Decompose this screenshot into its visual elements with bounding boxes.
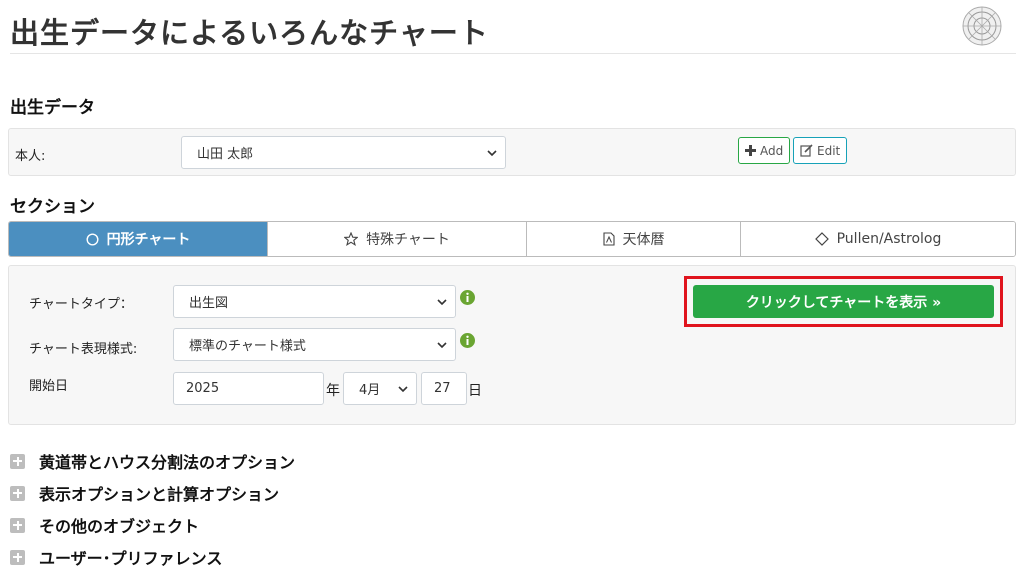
add-button-label: Add — [760, 143, 784, 158]
tab-special-chart[interactable]: 特殊チャート — [268, 222, 527, 256]
start-date-label: 開始日 — [29, 379, 69, 394]
accordion-zodiac-house-options[interactable]: 黄道帯とハウス分割法のオプション — [10, 450, 295, 472]
accordion-label: ユーザー･プリファレンス — [39, 549, 223, 568]
tab-ephemeris[interactable]: 天体暦 — [527, 222, 741, 256]
subject-panel: 本人: 山田 太郎 Add Edit — [8, 128, 1016, 176]
show-chart-button[interactable]: クリックしてチャートを表示 » — [693, 285, 994, 318]
tab-label: 円形チャート — [106, 232, 191, 248]
diamond-icon — [814, 232, 829, 246]
chevron-down-icon — [437, 298, 447, 305]
chart-style-select[interactable]: 標準のチャート様式 — [173, 328, 456, 361]
section-heading: セクション — [10, 197, 95, 217]
title-divider — [10, 53, 1016, 54]
edit-subject-button[interactable]: Edit — [793, 137, 848, 164]
tab-label: 天体暦 — [622, 232, 665, 248]
edit-icon — [800, 144, 813, 157]
expand-icon — [10, 453, 25, 469]
chart-type-select[interactable]: 出生図 — [173, 285, 456, 318]
year-input[interactable]: 2025 — [173, 372, 324, 405]
chevron-down-icon — [437, 341, 447, 348]
accordion-display-calc-options[interactable]: 表示オプションと計算オプション — [10, 482, 279, 504]
chevron-down-icon — [398, 385, 408, 392]
document-icon — [602, 232, 615, 246]
subject-select-value: 山田 太郎 — [197, 147, 254, 162]
tab-circle-chart[interactable]: 円形チャート — [9, 222, 268, 256]
day-unit: 日 — [468, 383, 482, 399]
subject-label: 本人: — [15, 149, 46, 164]
circle-icon — [86, 232, 99, 246]
page-title: 出生データによるいろんなチャート — [10, 16, 489, 50]
chart-style-value: 標準のチャート様式 — [189, 339, 306, 354]
star-icon — [344, 232, 359, 246]
info-icon[interactable] — [460, 333, 475, 348]
logo-icon[interactable] — [962, 6, 1002, 46]
add-subject-button[interactable]: Add — [738, 137, 791, 164]
chevron-down-icon — [487, 149, 497, 156]
accordion-label: 黄道帯とハウス分割法のオプション — [39, 453, 296, 472]
tab-label: Pullen/Astrolog — [836, 231, 942, 247]
info-icon[interactable] — [460, 290, 475, 305]
accordion-other-objects[interactable]: その他のオブジェクト — [10, 514, 199, 536]
accordion-label: その他のオブジェクト — [39, 517, 200, 536]
day-input[interactable]: 27 — [421, 372, 467, 405]
edit-button-label: Edit — [817, 143, 841, 158]
subject-select[interactable]: 山田 太郎 — [181, 136, 506, 169]
accordion-label: 表示オプションと計算オプション — [39, 485, 280, 504]
month-value: 4月 — [359, 383, 381, 398]
expand-icon — [10, 485, 25, 501]
chart-style-label: チャート表現様式: — [29, 342, 138, 357]
section-tabs: 円形チャート 特殊チャート 天体暦 Pullen/Astrolog — [8, 221, 1016, 257]
submit-highlight-frame: クリックしてチャートを表示 » — [684, 276, 1003, 327]
month-select[interactable]: 4月 — [343, 372, 417, 405]
tab-label: 特殊チャート — [366, 232, 450, 248]
expand-icon — [10, 549, 25, 565]
year-unit: 年 — [326, 383, 340, 399]
chart-type-label: チャートタイプ： — [29, 297, 133, 312]
tab-pullen-astrolog[interactable]: Pullen/Astrolog — [741, 222, 1015, 256]
plus-icon — [745, 145, 756, 156]
chart-type-value: 出生図 — [189, 296, 229, 311]
expand-icon — [10, 517, 25, 533]
accordion-user-preferences[interactable]: ユーザー･プリファレンス — [10, 546, 222, 568]
birth-data-heading: 出生データ — [10, 98, 95, 118]
